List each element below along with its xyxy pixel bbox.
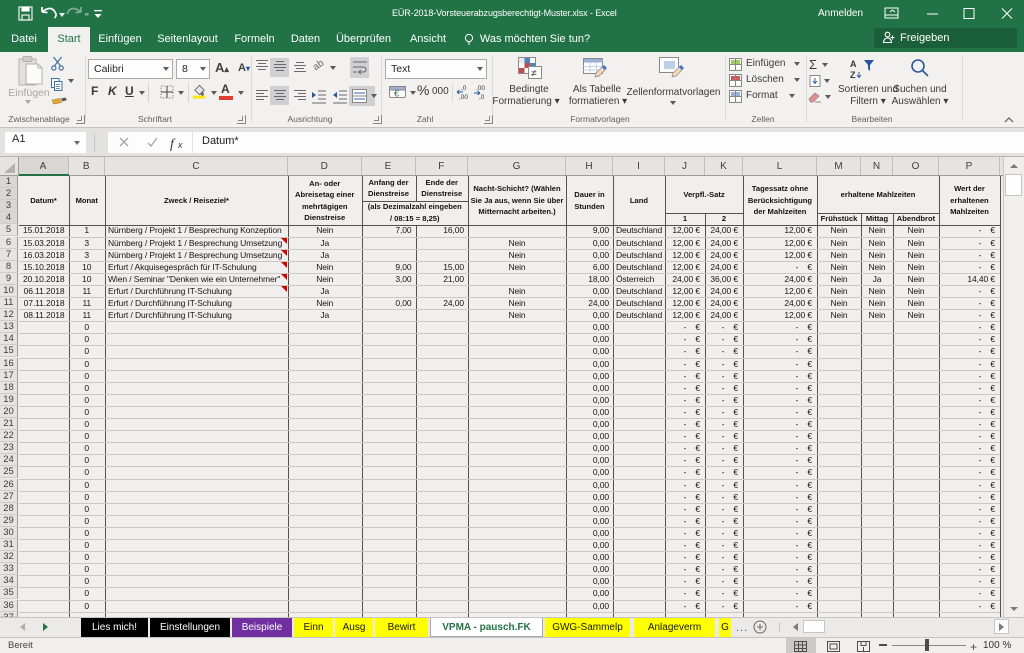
- svg-text:,00: ,00: [476, 85, 485, 92]
- svg-text:Z: Z: [850, 70, 856, 80]
- svg-text:x: x: [177, 140, 183, 150]
- svg-text:A: A: [850, 59, 857, 69]
- svg-text:€: €: [394, 89, 399, 99]
- svg-text:,0: ,0: [461, 85, 467, 92]
- svg-text:f: f: [170, 137, 176, 152]
- svg-text:,0: ,0: [479, 94, 485, 101]
- svg-text:,00: ,00: [459, 94, 468, 101]
- svg-text:≠: ≠: [531, 69, 537, 80]
